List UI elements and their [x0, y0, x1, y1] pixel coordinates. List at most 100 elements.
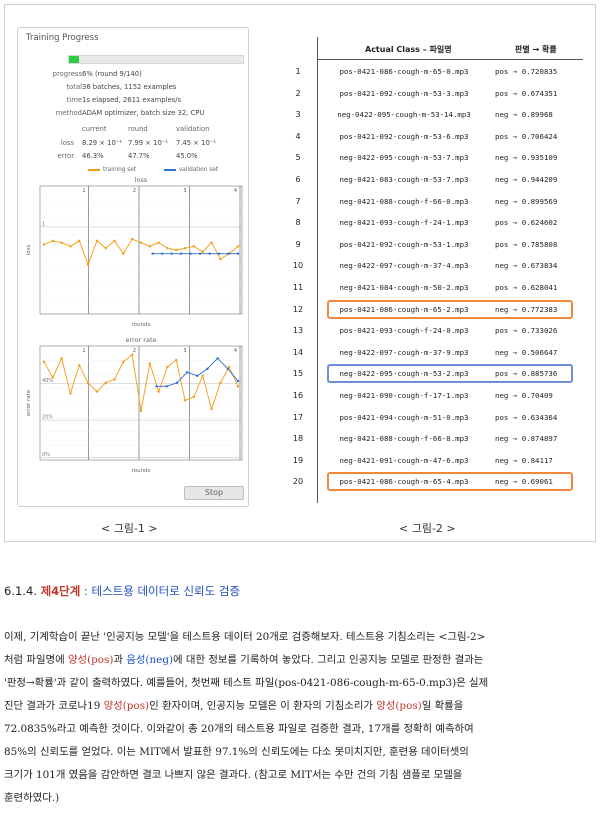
row-number: 12 [292, 304, 304, 314]
body-paragraph: 이제, 기계학습이 끝난 '인공지능 모델'을 테스트용 데이터 20개로 검증… [4, 626, 598, 810]
header-rule [317, 59, 583, 60]
y-tick-label: 0% [42, 452, 50, 458]
body-text: '판정→확률'과 같이 출력하였다. 예를들어, 첫번째 테스트 파일(pos-… [4, 677, 489, 689]
body-text: 과 [113, 654, 127, 666]
section-heading: 6.1.4. 제4단계 : 테스트용 데이터로 신뢰도 검증 [4, 583, 240, 599]
row-filename: pos-0421-092-cough-m-53-6.mp3 [339, 131, 469, 141]
validation-point [151, 252, 154, 255]
training-point [210, 241, 213, 244]
row-highlight-box [327, 299, 573, 319]
column-rule [317, 37, 318, 503]
training-point [210, 407, 213, 411]
legend-validation-swatch [163, 168, 176, 171]
training-point [86, 381, 90, 385]
row-filename: neg-0421-090-cough-f-17-1.mp3 [339, 391, 469, 400]
row-prediction: pos → 0.733026 [495, 326, 558, 336]
row-prediction: pos → 0.628041 [495, 283, 558, 292]
loss-validation: 7.45 × 10⁻¹ [176, 139, 217, 147]
training-point [60, 241, 63, 244]
body-line: 이제, 기계학습이 끝난 '인공지능 모델'을 테스트용 데이터 20개로 검증… [4, 626, 598, 649]
row-prediction: pos → 0.706424 [495, 131, 558, 141]
row-highlight-box [327, 364, 573, 384]
row-number: 4 [295, 131, 301, 141]
error-rate-chart: error rate 1 2 3 4 40% 20% 0% rounds error rate [26, 336, 243, 474]
training-point [157, 390, 160, 393]
row-prediction: neg → 0.673834 [495, 261, 558, 271]
x-axis-label: rounds [132, 322, 151, 328]
validation-point [206, 367, 209, 370]
row-prediction: neg → 0.935109 [495, 153, 558, 163]
row-prediction: neg → 0.89968 [495, 110, 553, 120]
row-number: 20 [292, 477, 304, 487]
training-point [192, 395, 196, 399]
positive-term: 양성(pos) [103, 700, 150, 712]
figure1-caption: < 그림-1 > [101, 522, 158, 535]
training-point [148, 362, 152, 365]
row-filename: neg-0421-084-cough-m-50-2.mp3 [339, 283, 469, 292]
row-number: 15 [292, 369, 304, 379]
metric-header-current: current [82, 125, 107, 133]
x-axis-label: rounds [132, 468, 151, 474]
training-point [42, 243, 46, 246]
validation-point [160, 252, 164, 255]
info-value: 1s elapsed, 2611 examples/s [82, 96, 182, 104]
row-filename: neg-0421-091-cough-m-47-6.mp3 [339, 455, 469, 465]
validation-point [189, 252, 192, 255]
panel-title: Training Progress [26, 33, 99, 43]
training-progress-panel: Training Progress progress 6% (round 9/1… [17, 27, 249, 507]
training-point [175, 248, 178, 252]
row-number: 13 [292, 326, 304, 336]
training-point [139, 409, 143, 413]
negative-term: 음성(neg) [126, 654, 174, 666]
row-filename: neg-0421-088-cough-f-66-0.mp3 [339, 196, 469, 206]
body-line: 진단 결과가 코로나19 양성(pos)인 환자이며, 인공지능 모델은 이 환… [4, 695, 598, 718]
row-highlight-box [327, 472, 573, 492]
body-text: 크기가 101개 였음을 감안하면 결코 나쁘지 않은 결과다. (참고로 MI… [4, 769, 463, 781]
body-text: 85%의 신뢰도를 얻었다. 이는 MIT에서 발표한 97.1%의 신뢰도에는… [4, 746, 469, 758]
body-text: 에 대한 정보를 기록하여 놓았다. 그리고 인공지능 모델로 판정한 결과는 [173, 654, 484, 666]
row-prediction: neg → 0.874897 [495, 434, 558, 444]
row-number: 2 [295, 88, 301, 98]
validation-point [170, 252, 173, 255]
validation-point [175, 381, 179, 385]
body-line: 72.0835%라고 예측한 것이다. 이와같이 총 20개의 테스트용 파일로… [4, 718, 598, 741]
row-number: 6 [295, 175, 301, 184]
body-text: 일 확률을 [421, 700, 464, 712]
error-current: 46.3% [82, 152, 104, 160]
positive-term: 양성(pos) [67, 654, 114, 666]
training-point [51, 239, 55, 243]
training-point [201, 374, 204, 378]
test-result-table: Actual Class – 파일명 판별 → 확률 1 pos-0421-086… [283, 35, 583, 505]
body-text: 이제, 기계학습이 끝난 '인공지능 모델'을 테스트용 데이터 20개로 검증… [4, 631, 486, 643]
row-filename: neg-0421-093-cough-f-24-1.mp3 [339, 218, 469, 228]
section-step: 제4단계 [40, 584, 81, 598]
body-text: 훈련하였다.) [4, 792, 60, 804]
row-filename: neg-0422-095-cough-m-53-14.mp3 [337, 110, 471, 120]
validation-point [179, 252, 183, 255]
training-point [139, 241, 143, 244]
body-line: 크기가 101개 였음을 감안하면 결코 나쁘지 않은 결과다. (참고로 MI… [4, 764, 598, 787]
section-title: : 테스트용 데이터로 신뢰도 검증 [80, 584, 241, 598]
row-number: 16 [292, 391, 304, 400]
validation-point [155, 385, 158, 388]
row-number: 19 [292, 455, 304, 465]
row-filename: pos-0421-092-cough-m-53-3.mp3 [339, 88, 469, 98]
row-number: 9 [295, 239, 301, 249]
info-value: 6% (round 9/140) [82, 70, 142, 78]
training-point [86, 263, 90, 266]
training-point [148, 245, 152, 248]
stop-button[interactable]: Stop [184, 486, 244, 500]
body-line: 85%의 신뢰도를 얻었다. 이는 MIT에서 발표한 97.1%의 신뢰도에는… [4, 741, 598, 764]
y-axis-label: loss [26, 245, 32, 256]
x-tick-label: 4 [234, 348, 237, 354]
validation-point [227, 252, 230, 255]
row-prediction: neg → 0.70409 [495, 391, 553, 400]
training-point [183, 399, 187, 402]
error-round: 47.7% [128, 152, 150, 160]
metric-header-validation: validation [176, 125, 210, 133]
training-point [42, 360, 46, 363]
row-number: 8 [295, 218, 301, 228]
row-filename: neg-0421-088-cough-f-66-8.mp3 [339, 434, 469, 444]
body-line: '판정→확률'과 같이 출력하였다. 예를들어, 첫번째 테스트 파일(pos-… [4, 672, 598, 695]
figure2-caption: < 그림-2 > [399, 522, 456, 535]
